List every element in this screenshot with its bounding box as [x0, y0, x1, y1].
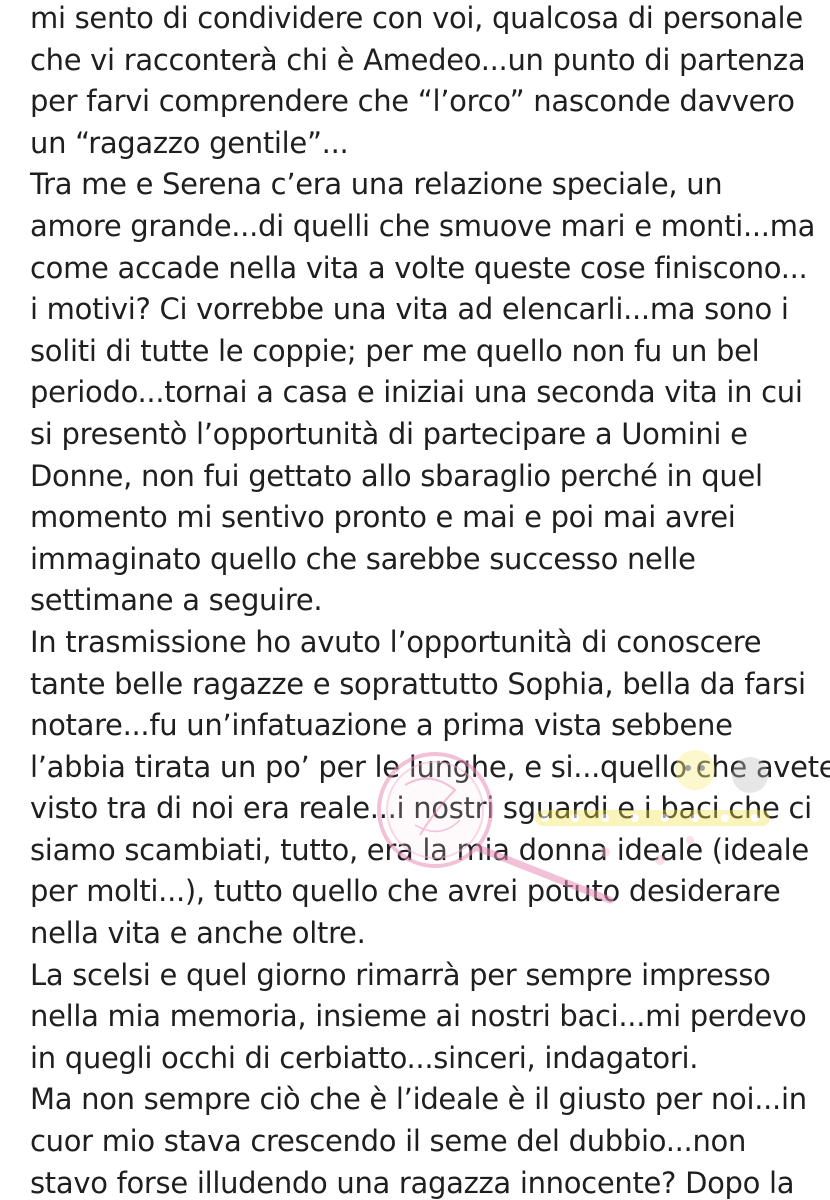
- text-line: stavo forse illudendo una ragazza innoce…: [30, 1165, 795, 1200]
- text-line: Ma non sempre ciò che è l’ideale è il gi…: [30, 1082, 807, 1117]
- text-line: cuor mio stava crescendo il seme del dub…: [30, 1124, 747, 1159]
- text-line: si presentò l’opportunità di partecipare…: [30, 416, 748, 451]
- text-line: In trasmissione ho avuto l’opportunità d…: [30, 624, 762, 659]
- text-line: per farvi comprendere che “l’orco” nasco…: [30, 84, 795, 119]
- post-body: mi sento di condividere con voi, qualcos…: [30, 0, 830, 1200]
- text-line: amore grande...di quelli che smuove mari…: [30, 208, 816, 243]
- text-line: nella vita e anche oltre.: [30, 916, 366, 951]
- text-line: Tra me e Serena c’era una relazione spec…: [30, 167, 723, 202]
- text-line: per molti...), tutto quello che avrei po…: [30, 874, 781, 909]
- text-line: nella mia memoria, insieme ai nostri bac…: [30, 999, 807, 1034]
- text-line: immaginato quello che sarebbe successo n…: [30, 541, 696, 576]
- text-line: in quegli occhi di cerbiatto...sinceri, …: [30, 1040, 699, 1075]
- text-line: settimane a seguire.: [30, 583, 323, 618]
- text-line: soliti di tutte le coppie; per me quello…: [30, 333, 760, 368]
- text-line: notare...fu un’infatuazione a prima vist…: [30, 708, 733, 743]
- text-line: i motivi? Ci vorrebbe una vita ad elenca…: [30, 292, 789, 327]
- text-line: visto tra di noi era reale...i nostri sg…: [30, 791, 812, 826]
- text-line: l’abbia tirata un po’ per le lunghe, e s…: [30, 749, 830, 784]
- page: mi sento di condividere con voi, qualcos…: [0, 0, 830, 1200]
- text-line: La scelsi e quel giorno rimarrà per semp…: [30, 957, 771, 992]
- text-line: momento mi sentivo pronto e mai e poi ma…: [30, 500, 736, 535]
- text-line: un “ragazzo gentile”...: [30, 125, 349, 160]
- text-line: Donne, non fui gettato allo sbaraglio pe…: [30, 458, 763, 493]
- text-line: come accade nella vita a volte queste co…: [30, 250, 808, 285]
- text-line: tante belle ragazze e soprattutto Sophia…: [30, 666, 806, 701]
- text-line: periodo...tornai a casa e iniziai una se…: [30, 375, 803, 410]
- text-line: mi sento di condividere con voi, qualcos…: [30, 1, 803, 35]
- text-line: che vi racconterà chi è Amedeo...un punt…: [30, 42, 806, 77]
- text-line: siamo scambiati, tutto, era la mia donna…: [30, 832, 809, 867]
